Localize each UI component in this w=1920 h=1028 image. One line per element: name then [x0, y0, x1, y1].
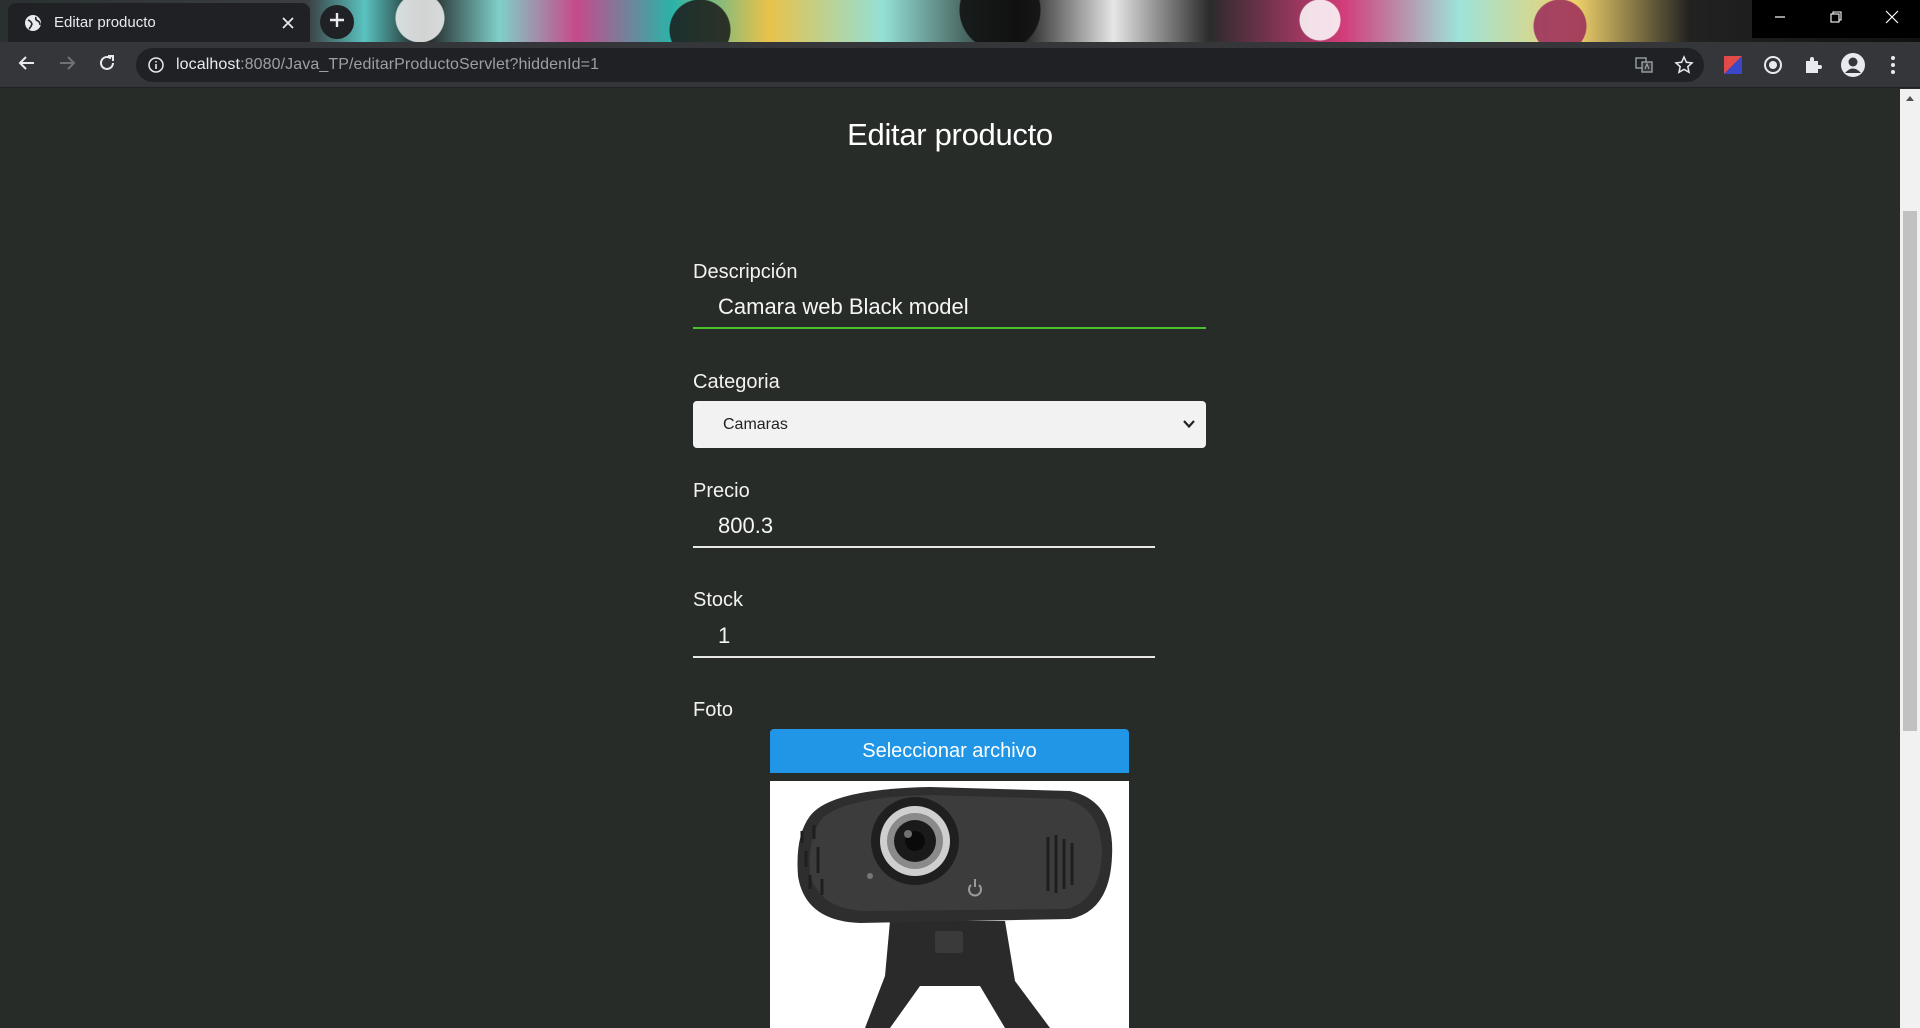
scrollbar-thumb[interactable]: [1903, 211, 1917, 731]
page-content: Editar producto Descripción Categoria Ca…: [0, 89, 1900, 1028]
categoria-select[interactable]: Camaras: [693, 401, 1206, 448]
scroll-up-arrow[interactable]: [1900, 89, 1920, 106]
reload-icon: [98, 54, 116, 77]
url-path: :8080/Java_TP/editarProductoServlet?hidd…: [240, 56, 600, 73]
stock-input[interactable]: [693, 616, 1155, 658]
color-extension-icon[interactable]: [1719, 51, 1747, 79]
plus-icon: [329, 12, 345, 33]
browser-tab-active[interactable]: Editar producto: [8, 3, 310, 42]
forward-button[interactable]: [51, 49, 83, 81]
translate-icon[interactable]: [1624, 55, 1664, 75]
chevron-down-icon: [1182, 417, 1196, 436]
back-arrow-icon: [18, 54, 36, 77]
kebab-menu-icon[interactable]: [1879, 51, 1907, 79]
puzzle-icon[interactable]: [1799, 51, 1827, 79]
close-icon: [1885, 10, 1899, 29]
product-photo: [770, 781, 1129, 1028]
tab-title: Editar producto: [54, 14, 156, 31]
precio-input[interactable]: [693, 506, 1155, 548]
foto-label: Foto: [693, 699, 734, 721]
url-host: localhost: [176, 56, 241, 73]
globe-icon: [24, 14, 42, 32]
stock-label: Stock: [693, 589, 744, 611]
close-icon[interactable]: [278, 13, 298, 33]
webcam-photo: [770, 781, 1129, 1028]
reload-button[interactable]: [91, 49, 123, 81]
info-icon[interactable]: [136, 57, 176, 73]
minimize-icon: [1774, 10, 1786, 28]
descripcion-label: Descripción: [693, 261, 798, 283]
descripcion-input[interactable]: [693, 287, 1206, 329]
window-titlebar: Editar producto: [0, 0, 1920, 42]
forward-arrow-icon: [58, 54, 76, 77]
star-icon[interactable]: [1664, 55, 1704, 75]
restore-button[interactable]: [1808, 0, 1864, 38]
precio-label: Precio: [693, 480, 750, 502]
categoria-label: Categoria: [693, 371, 780, 393]
select-file-button[interactable]: Seleccionar archivo: [770, 729, 1129, 773]
address-bar[interactable]: localhost:8080/Java_TP/editarProductoSer…: [136, 48, 1704, 82]
url-text[interactable]: localhost:8080/Java_TP/editarProductoSer…: [176, 56, 1624, 74]
profile-icon[interactable]: [1839, 51, 1867, 79]
restore-icon: [1830, 10, 1842, 28]
new-tab-button[interactable]: [320, 5, 354, 39]
browser-toolbar: localhost:8080/Java_TP/editarProductoSer…: [0, 42, 1920, 88]
record-icon[interactable]: [1759, 51, 1787, 79]
back-button[interactable]: [11, 49, 43, 81]
page-title: Editar producto: [847, 117, 1053, 152]
window-close-button[interactable]: [1864, 0, 1920, 38]
minimize-button[interactable]: [1752, 0, 1808, 38]
categoria-selected-value: Camaras: [723, 415, 788, 433]
